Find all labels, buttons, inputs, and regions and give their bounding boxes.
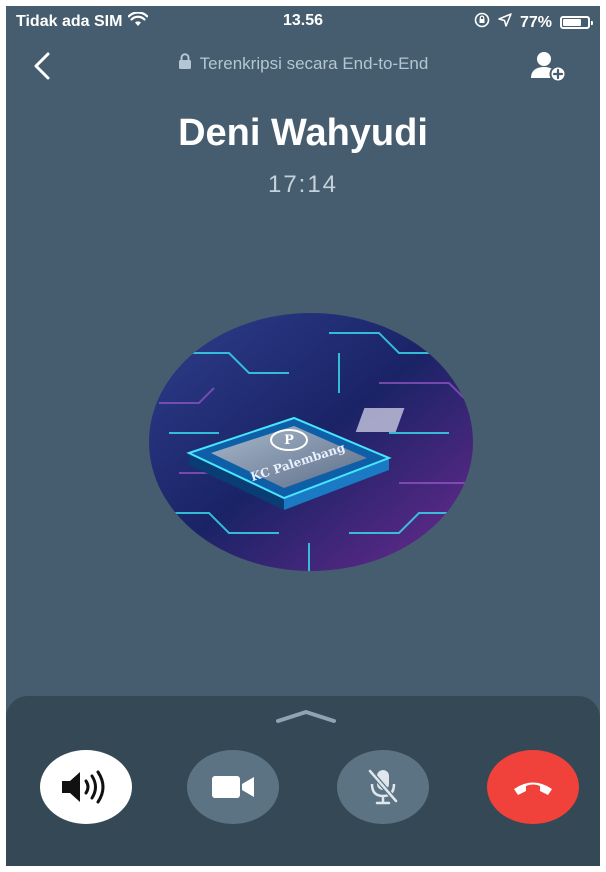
avatar-logo-text: P bbox=[284, 433, 294, 448]
battery-percent: 77% bbox=[519, 13, 552, 31]
microphone-off-icon bbox=[367, 768, 399, 805]
call-duration: 17:14 bbox=[267, 171, 339, 198]
location-arrow-icon bbox=[498, 13, 512, 32]
battery-fill bbox=[563, 19, 581, 26]
avatar-image: P KC Palembang bbox=[149, 313, 473, 571]
expand-handle[interactable] bbox=[274, 706, 338, 726]
status-bar: Tidak ada SIM 13.56 77% bbox=[6, 6, 600, 36]
contact-avatar: P KC Palembang bbox=[149, 313, 473, 571]
lock-icon bbox=[178, 53, 192, 74]
mute-button[interactable] bbox=[337, 750, 429, 824]
call-screen: Tidak ada SIM 13.56 77% Terenkripsi seca… bbox=[6, 6, 600, 866]
encryption-text: Terenkripsi secara End-to-End bbox=[199, 53, 429, 73]
add-participant-button[interactable] bbox=[528, 46, 570, 86]
battery-tip bbox=[591, 21, 593, 25]
call-controls-panel bbox=[6, 696, 600, 866]
encryption-notice: Terenkripsi secara End-to-End bbox=[6, 53, 600, 74]
contact-name: Deni Wahyudi bbox=[178, 112, 428, 154]
status-right: 77% bbox=[474, 12, 593, 33]
video-button[interactable] bbox=[187, 750, 279, 824]
speaker-button[interactable] bbox=[40, 750, 132, 824]
video-camera-icon bbox=[212, 776, 254, 798]
battery-icon bbox=[560, 16, 593, 29]
chevron-up-icon bbox=[276, 710, 336, 723]
end-call-button[interactable] bbox=[487, 750, 579, 824]
speaker-icon bbox=[62, 770, 105, 804]
add-person-icon bbox=[531, 52, 567, 82]
phone-hangup-icon bbox=[514, 782, 552, 795]
orientation-lock-icon bbox=[474, 12, 490, 33]
